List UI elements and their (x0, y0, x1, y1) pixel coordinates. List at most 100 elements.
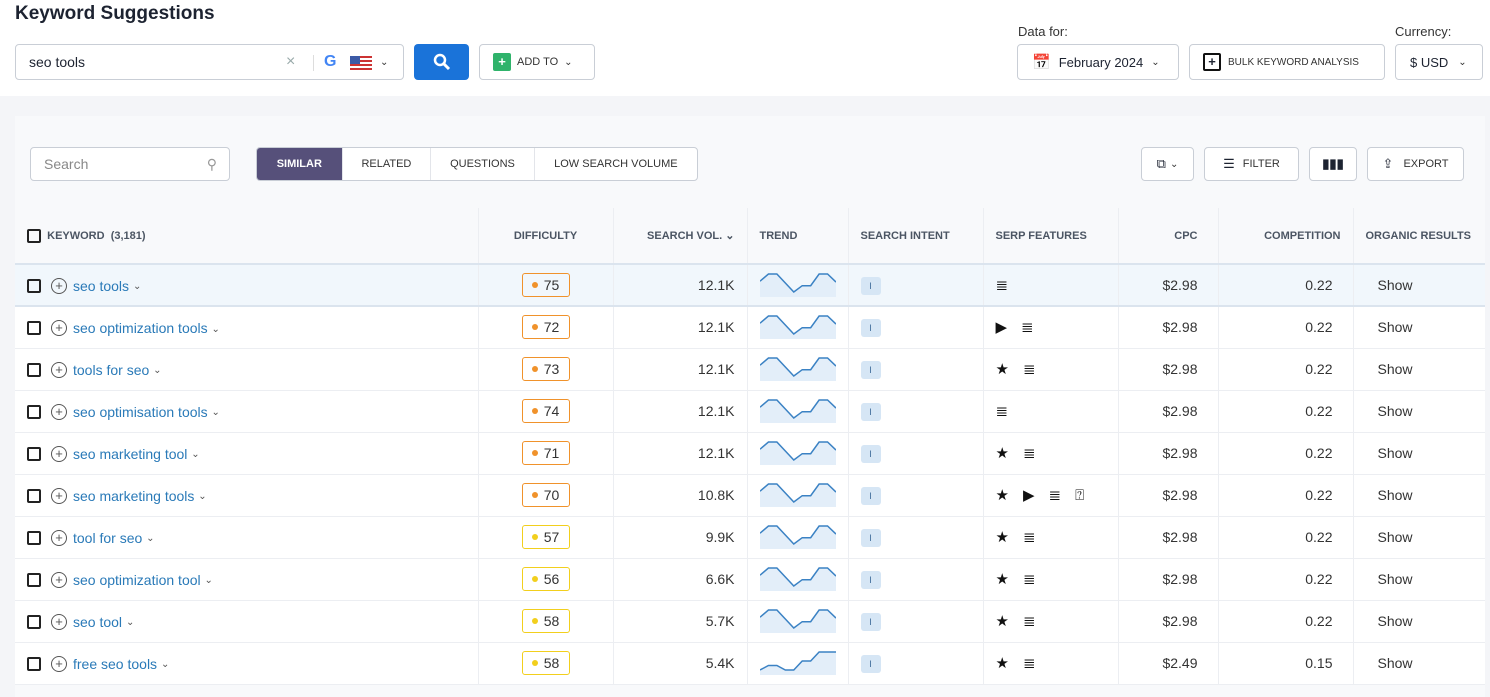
video-icon[interactable]: ▶ (1023, 486, 1035, 504)
intent-badge[interactable]: I (860, 528, 881, 547)
star-icon[interactable]: ★ (996, 612, 1009, 630)
expand-chevron-icon[interactable]: ⌄ (133, 281, 141, 292)
list-icon[interactable]: ≣ (1049, 486, 1062, 504)
keyword-link[interactable]: seo tools (73, 278, 129, 294)
question-icon[interactable]: ⍰ (1075, 487, 1084, 504)
intent-badge[interactable]: I (860, 444, 881, 463)
video-icon[interactable]: ▶ (996, 318, 1008, 336)
star-icon[interactable]: ★ (996, 654, 1009, 672)
list-icon[interactable]: ≣ (1021, 318, 1034, 336)
organic-show-link[interactable]: Show (1353, 264, 1485, 307)
add-keyword-icon[interactable]: + (51, 613, 67, 630)
intent-badge[interactable]: I (860, 318, 881, 337)
list-icon[interactable]: ≣ (1023, 360, 1036, 378)
row-checkbox[interactable] (27, 362, 41, 377)
organic-show-link[interactable]: Show (1353, 558, 1485, 601)
list-icon[interactable]: ≣ (1023, 444, 1036, 462)
keyword-link[interactable]: tools for seo (73, 362, 149, 378)
expand-chevron-icon[interactable]: ⌄ (126, 617, 134, 628)
col-competition[interactable]: COMPETITION (1218, 208, 1354, 265)
star-icon[interactable]: ★ (996, 528, 1009, 546)
expand-chevron-icon[interactable]: ⌄ (212, 324, 220, 335)
copy-button[interactable]: ⧉ ⌄ (1141, 147, 1194, 181)
col-keyword[interactable]: KEYWORD (3,181) (15, 208, 479, 265)
col-organic[interactable]: ORGANIC RESULTS (1353, 208, 1485, 265)
add-keyword-icon[interactable]: + (51, 487, 67, 504)
organic-show-link[interactable]: Show (1353, 348, 1485, 391)
row-checkbox[interactable] (27, 404, 41, 419)
star-icon[interactable]: ★ (996, 486, 1009, 504)
keyword-value[interactable]: seo tools (29, 54, 85, 70)
clear-icon[interactable]: × (286, 53, 295, 71)
add-keyword-icon[interactable]: + (51, 319, 67, 336)
keyword-link[interactable]: seo optimisation tools (73, 404, 208, 420)
expand-chevron-icon[interactable]: ⌄ (212, 407, 220, 418)
currency-select[interactable]: $ USD ⌄ (1395, 44, 1483, 80)
organic-show-link[interactable]: Show (1353, 474, 1485, 517)
google-icon[interactable]: G (324, 53, 336, 71)
expand-chevron-icon[interactable]: ⌄ (191, 449, 199, 460)
add-keyword-icon[interactable]: + (51, 445, 67, 462)
star-icon[interactable]: ★ (996, 360, 1009, 378)
date-select[interactable]: 📅 February 2024 ⌄ (1017, 44, 1179, 80)
list-icon[interactable]: ≣ (996, 276, 1009, 294)
col-serp[interactable]: SERP FEATURES (983, 208, 1119, 265)
organic-show-link[interactable]: Show (1353, 642, 1485, 685)
keyword-link[interactable]: seo optimization tools (73, 320, 208, 336)
add-keyword-icon[interactable]: + (51, 277, 67, 294)
star-icon[interactable]: ★ (996, 570, 1009, 588)
row-checkbox[interactable] (27, 614, 41, 629)
col-difficulty[interactable]: DIFFICULTY (478, 208, 614, 265)
expand-chevron-icon[interactable]: ⌄ (198, 491, 206, 502)
row-checkbox[interactable] (27, 656, 41, 671)
intent-badge[interactable]: I (860, 360, 881, 379)
keyword-input[interactable]: seo tools × G ⌄ (15, 44, 404, 80)
search-button[interactable] (414, 44, 469, 80)
keyword-link[interactable]: tool for seo (73, 530, 142, 546)
intent-badge[interactable]: I (860, 654, 881, 673)
keyword-link[interactable]: seo tool (73, 614, 122, 630)
organic-show-link[interactable]: Show (1353, 390, 1485, 433)
keyword-link[interactable]: free seo tools (73, 656, 157, 672)
keyword-link[interactable]: seo marketing tools (73, 488, 194, 504)
row-checkbox[interactable] (27, 530, 41, 545)
intent-badge[interactable]: I (860, 402, 881, 421)
keyword-link[interactable]: seo marketing tool (73, 446, 187, 462)
bulk-keyword-analysis-button[interactable]: + BULK KEYWORD ANALYSIS (1189, 44, 1385, 80)
intent-badge[interactable]: I (860, 486, 881, 505)
row-checkbox[interactable] (27, 572, 41, 587)
star-icon[interactable]: ★ (996, 444, 1009, 462)
expand-chevron-icon[interactable]: ⌄ (205, 575, 213, 586)
add-keyword-icon[interactable]: + (51, 529, 67, 546)
filter-search-input[interactable]: Search ⚲ (30, 147, 230, 181)
add-keyword-icon[interactable]: + (51, 403, 67, 420)
list-icon[interactable]: ≣ (1023, 528, 1036, 546)
expand-chevron-icon[interactable]: ⌄ (153, 365, 161, 376)
row-checkbox[interactable] (27, 278, 41, 293)
select-all-checkbox[interactable] (27, 228, 41, 243)
add-keyword-icon[interactable]: + (51, 361, 67, 378)
organic-show-link[interactable]: Show (1353, 432, 1485, 475)
filter-button[interactable]: ☰ FILTER (1204, 147, 1299, 181)
col-cpc[interactable]: CPC (1118, 208, 1219, 265)
col-volume[interactable]: SEARCH VOL. ⌄ (613, 208, 748, 265)
col-trend[interactable]: TREND (747, 208, 849, 265)
tab-low-search-volume[interactable]: LOW SEARCH VOLUME (535, 148, 697, 180)
organic-show-link[interactable]: Show (1353, 306, 1485, 349)
row-checkbox[interactable] (27, 320, 41, 335)
row-checkbox[interactable] (27, 488, 41, 503)
chevron-down-icon[interactable]: ⌄ (380, 57, 388, 68)
list-icon[interactable]: ≣ (1023, 654, 1036, 672)
expand-chevron-icon[interactable]: ⌄ (146, 533, 154, 544)
tab-similar[interactable]: SIMILAR (257, 148, 343, 180)
list-icon[interactable]: ≣ (1023, 570, 1036, 588)
intent-badge[interactable]: I (860, 570, 881, 589)
add-to-button[interactable]: + ADD TO ⌄ (479, 44, 595, 80)
export-button[interactable]: ⇪ EXPORT (1367, 147, 1464, 181)
intent-badge[interactable]: I (860, 276, 881, 295)
list-icon[interactable]: ≣ (1023, 612, 1036, 630)
intent-badge[interactable]: I (860, 612, 881, 631)
organic-show-link[interactable]: Show (1353, 516, 1485, 559)
col-intent[interactable]: SEARCH INTENT (848, 208, 984, 265)
organic-show-link[interactable]: Show (1353, 600, 1485, 643)
